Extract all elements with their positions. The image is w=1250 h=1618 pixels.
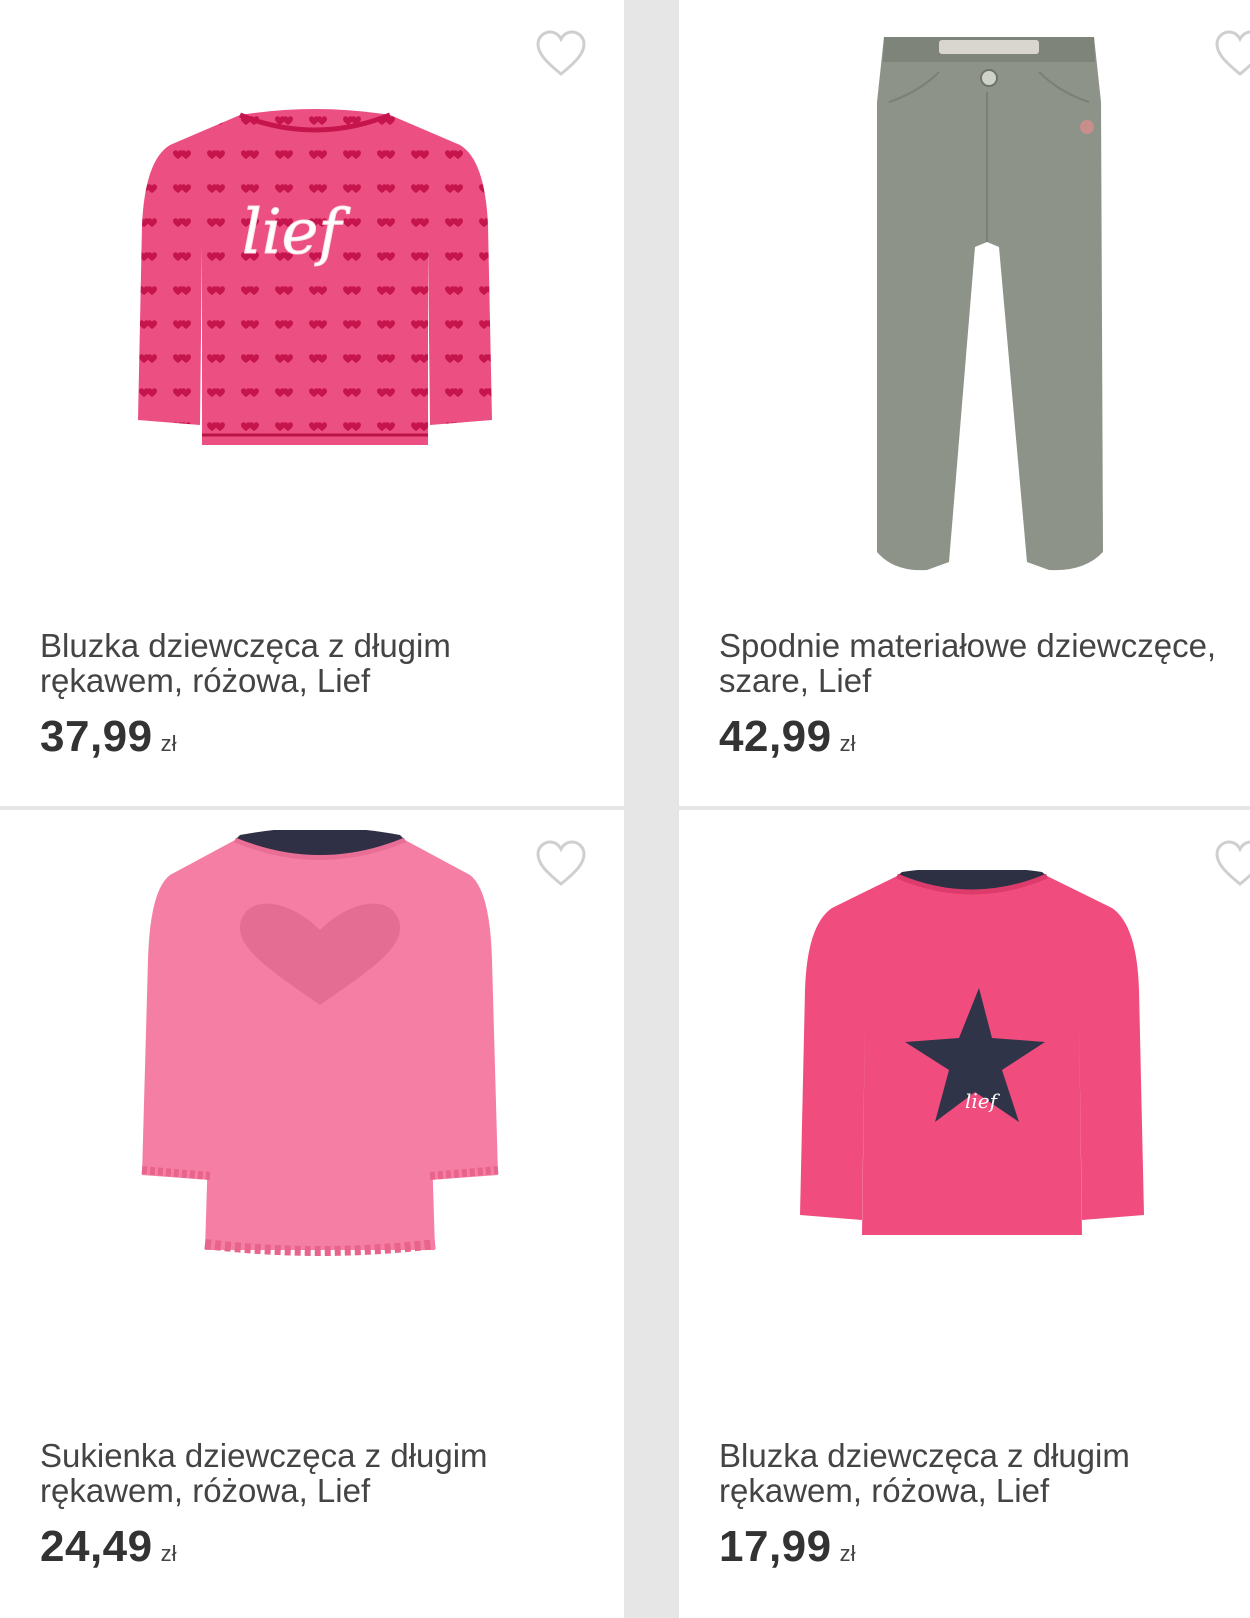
price-amount: 37,99 [40, 712, 153, 761]
product-title[interactable]: Bluzka dziewczęca z długim rękawem, różo… [40, 628, 600, 698]
product-price: 37,99 zł [40, 712, 177, 762]
product-price: 17,99 zł [719, 1522, 856, 1572]
product-card[interactable]: Sukienka dziewczęca z długim rękawem, ró… [0, 810, 624, 1618]
price-amount: 42,99 [719, 712, 832, 761]
product-card[interactable]: Spodnie materiałowe dziewczęce, szare, L… [679, 0, 1250, 806]
price-currency: zł [839, 1541, 856, 1566]
product-image[interactable]: lief [679, 810, 1250, 1410]
product-card[interactable]: lief Bluzka dziewczęca z długim rękawem,… [0, 0, 624, 806]
product-image[interactable]: lief [0, 0, 624, 600]
product-title[interactable]: Bluzka dziewczęca z długim rękawem, różo… [719, 1438, 1250, 1508]
product-price: 24,49 zł [40, 1522, 177, 1572]
price-currency: zł [839, 731, 856, 756]
product-image[interactable] [679, 0, 1250, 600]
product-image[interactable] [0, 810, 624, 1410]
product-card[interactable]: lief Bluzka dziewczęca z długim rękawem,… [679, 810, 1250, 1618]
price-currency: zł [160, 1541, 177, 1566]
svg-text:lief: lief [965, 1089, 1001, 1113]
price-amount: 24,49 [40, 1522, 153, 1571]
product-price: 42,99 zł [719, 712, 856, 762]
price-currency: zł [160, 731, 177, 756]
svg-text:lief: lief [242, 195, 351, 268]
product-title[interactable]: Spodnie materiałowe dziewczęce, szare, L… [719, 628, 1250, 698]
price-amount: 17,99 [719, 1522, 832, 1571]
product-title[interactable]: Sukienka dziewczęca z długim rękawem, ró… [40, 1438, 600, 1508]
product-grid: lief Bluzka dziewczęca z długim rękawem,… [0, 0, 1250, 1618]
